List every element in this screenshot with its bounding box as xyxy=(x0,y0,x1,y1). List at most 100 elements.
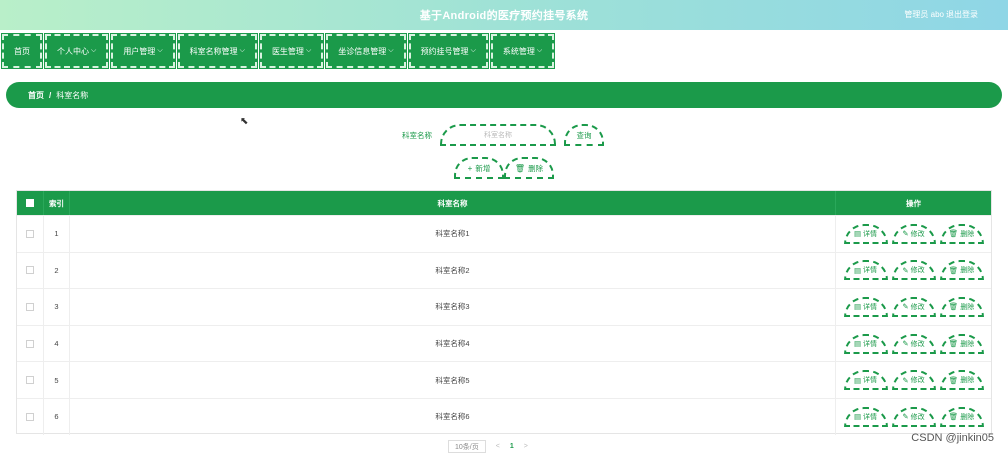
nav-item-personal-center[interactable]: 个人中心 ⌵ xyxy=(43,33,110,69)
table-row: 3 科室名称3 ▤ 详情 ✎ 修改 🗑 删除 xyxy=(17,288,991,325)
nav-item-doctor-management[interactable]: 医生管理 ⌵ xyxy=(258,33,325,69)
header-name: 科室名称 xyxy=(70,191,836,215)
trash-icon: 🗑 xyxy=(948,375,959,385)
edit-icon: ✎ xyxy=(902,412,909,422)
delete-label: 删除 xyxy=(960,303,975,311)
chevron-down-icon: ⌵ xyxy=(157,47,163,54)
row-checkbox[interactable] xyxy=(26,302,34,311)
header-select-all[interactable] xyxy=(17,191,44,215)
edit-button[interactable]: ✎ 修改 xyxy=(891,406,936,427)
row-name: 科室名称5 xyxy=(70,362,836,398)
prev-page-button[interactable]: < xyxy=(496,443,500,450)
detail-button[interactable]: ▤ 详情 xyxy=(843,333,888,354)
detail-label: 详情 xyxy=(863,267,878,275)
row-name: 科室名称6 xyxy=(70,398,836,435)
edit-button[interactable]: ✎ 修改 xyxy=(891,223,936,244)
detail-label: 详情 xyxy=(863,377,878,385)
main-nav: 首页 个人中心 ⌵ 用户管理 ⌵ 科室名称管理 ⌵ 医生管理 ⌵ 坐诊信息管理 ⌵ 预约挂… xyxy=(1,33,556,69)
document-icon: ▤ xyxy=(853,375,862,385)
delete-button[interactable]: 🗑 删除 xyxy=(939,333,984,354)
delete-button[interactable]: 🗑 删除 xyxy=(939,370,984,391)
edit-button[interactable]: ✎ 修改 xyxy=(891,260,936,281)
query-button[interactable]: 查询 xyxy=(564,124,604,146)
page-number[interactable]: 1 xyxy=(510,443,514,450)
breadcrumb-home[interactable]: 首页 xyxy=(28,90,44,101)
delete-label: 删除 xyxy=(960,377,975,385)
add-button-label: 新增 xyxy=(475,163,491,173)
edit-icon: ✎ xyxy=(902,375,909,385)
document-icon: ▤ xyxy=(853,302,862,312)
delete-button[interactable]: 🗑 删除 xyxy=(939,406,984,427)
nav-label: 科室名称管理 xyxy=(189,46,238,56)
department-table: 索引 科室名称 操作 1 科室名称1 ▤ 详情 ✎ 修改 🗑 删除 2 科室名称2 ▤… xyxy=(16,190,992,435)
breadcrumb: 首页 / 科室名称 xyxy=(6,82,1002,108)
breadcrumb-current: 科室名称 xyxy=(56,90,89,100)
detail-label: 详情 xyxy=(863,303,878,311)
edit-label: 修改 xyxy=(910,413,925,421)
checkbox[interactable] xyxy=(26,199,34,207)
nav-item-clinic-info-management[interactable]: 坐诊信息管理 ⌵ xyxy=(325,33,407,69)
document-icon: ▤ xyxy=(853,339,862,349)
top-header: 基于Android的医疗预约挂号系统 管理员 abo 退出登录 xyxy=(0,0,1008,30)
row-index: 5 xyxy=(44,362,70,398)
row-checkbox[interactable] xyxy=(26,412,34,421)
detail-button[interactable]: ▤ 详情 xyxy=(843,296,888,317)
edit-label: 修改 xyxy=(910,303,925,311)
trash-icon: 🗑 xyxy=(948,339,959,349)
delete-button[interactable]: 🗑 删除 xyxy=(939,223,984,244)
delete-label: 删除 xyxy=(960,230,975,238)
detail-button[interactable]: ▤ 详情 xyxy=(843,406,888,427)
edit-icon: ✎ xyxy=(902,339,909,349)
mouse-cursor-icon: ⬉ xyxy=(240,116,249,127)
row-index: 3 xyxy=(44,289,70,325)
delete-button-label: 删除 xyxy=(528,163,544,173)
edit-icon: ✎ xyxy=(902,302,909,312)
row-checkbox[interactable] xyxy=(26,339,34,348)
logout-link[interactable]: 退出登录 xyxy=(946,9,978,20)
edit-button[interactable]: ✎ 修改 xyxy=(891,370,936,391)
edit-label: 修改 xyxy=(910,267,925,275)
table-row: 4 科室名称4 ▤ 详情 ✎ 修改 🗑 删除 xyxy=(17,324,991,362)
header-index: 索引 xyxy=(44,191,70,215)
document-icon: ▤ xyxy=(853,229,862,239)
edit-button[interactable]: ✎ 修改 xyxy=(891,333,936,354)
pagination: 10条/页 < 1 > xyxy=(448,440,528,453)
nav-label: 用户管理 xyxy=(123,46,156,56)
detail-button[interactable]: ▤ 详情 xyxy=(843,260,888,281)
chevron-down-icon: ⌵ xyxy=(239,47,245,54)
batch-delete-button[interactable]: 🗑 删除 xyxy=(504,157,554,179)
edit-icon: ✎ xyxy=(902,265,909,275)
edit-label: 修改 xyxy=(910,340,925,348)
nav-item-user-management[interactable]: 用户管理 ⌵ xyxy=(110,33,176,69)
edit-button[interactable]: ✎ 修改 xyxy=(891,296,936,317)
next-page-button[interactable]: > xyxy=(524,443,528,450)
row-name: 科室名称2 xyxy=(70,252,836,289)
nav-label: 预约挂号管理 xyxy=(420,46,469,56)
nav-item-home[interactable]: 首页 xyxy=(1,33,43,69)
delete-label: 删除 xyxy=(960,340,975,348)
trash-icon: 🗑 xyxy=(948,265,959,275)
nav-item-department-management[interactable]: 科室名称管理 ⌵ xyxy=(176,33,258,69)
delete-button[interactable]: 🗑 删除 xyxy=(939,296,984,317)
nav-label: 坐诊信息管理 xyxy=(338,46,387,56)
current-user: 管理员 abo xyxy=(904,10,944,19)
row-checkbox[interactable] xyxy=(26,376,34,385)
add-button[interactable]: + 新增 xyxy=(454,157,504,179)
trash-icon: 🗑 xyxy=(514,163,526,173)
row-index: 6 xyxy=(44,398,70,435)
nav-item-system-management[interactable]: 系统管理 ⌵ xyxy=(489,33,556,69)
row-index: 2 xyxy=(44,252,70,289)
delete-button[interactable]: 🗑 删除 xyxy=(939,260,984,281)
row-name: 科室名称1 xyxy=(70,216,836,252)
nav-item-appointment-management[interactable]: 预约挂号管理 ⌵ xyxy=(407,33,489,69)
row-checkbox[interactable] xyxy=(26,266,34,275)
detail-button[interactable]: ▤ 详情 xyxy=(843,370,888,391)
page-size-select[interactable]: 10条/页 xyxy=(448,440,486,453)
breadcrumb-separator: / xyxy=(49,90,52,100)
search-input[interactable] xyxy=(440,124,556,146)
table-body: 1 科室名称1 ▤ 详情 ✎ 修改 🗑 删除 2 科室名称2 ▤ 详情 ✎ 修改 🗑 删除 … xyxy=(17,215,991,435)
nav-label: 个人中心 xyxy=(57,46,89,56)
chevron-down-icon: ⌵ xyxy=(388,47,394,54)
detail-button[interactable]: ▤ 详情 xyxy=(843,223,888,244)
row-checkbox[interactable] xyxy=(26,229,34,238)
